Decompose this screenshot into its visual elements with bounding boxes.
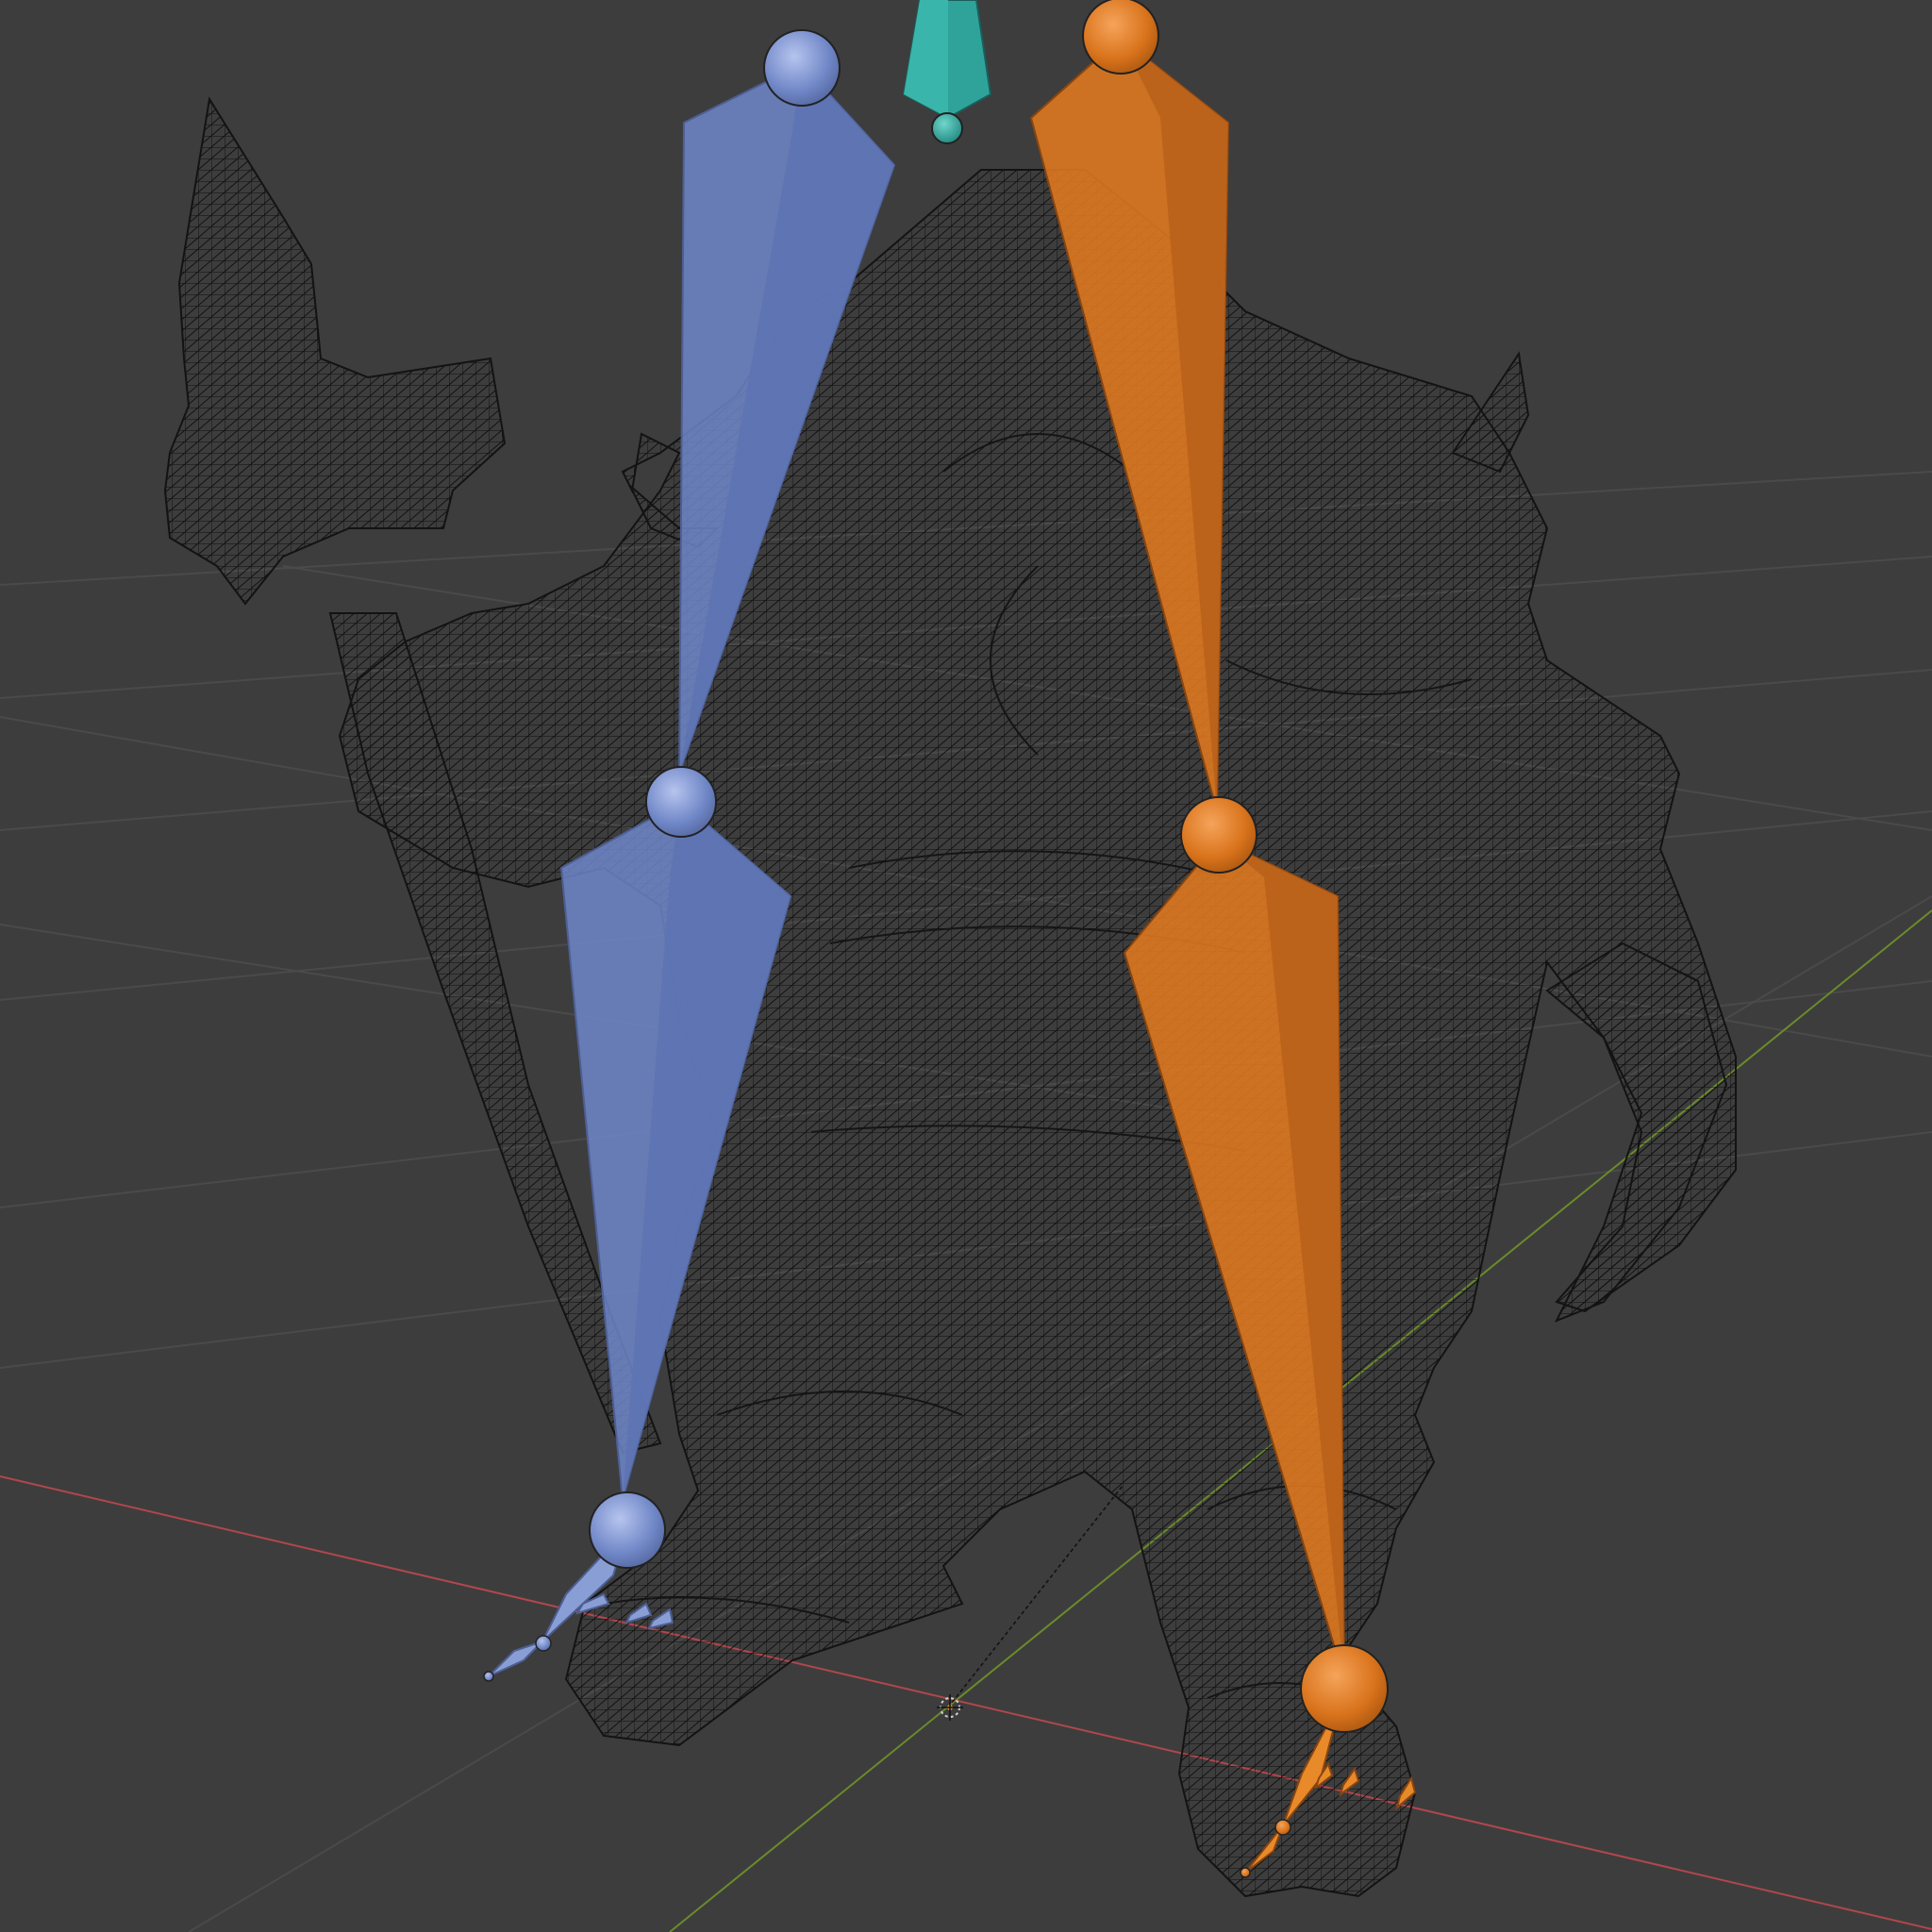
left-toe-tip-joint[interactable] xyxy=(483,1671,494,1682)
3d-viewport[interactable] xyxy=(0,0,1932,1932)
left-ankle-joint[interactable] xyxy=(589,1491,666,1569)
root-bone-joint[interactable] xyxy=(931,112,963,144)
left-toe-joint[interactable] xyxy=(535,1635,552,1652)
right-knee-joint[interactable] xyxy=(1180,796,1257,874)
root-bone-group[interactable] xyxy=(902,0,992,144)
right-toe-tip-joint[interactable] xyxy=(1240,1867,1251,1878)
left-knee-joint[interactable] xyxy=(645,766,717,838)
spear-head[interactable] xyxy=(163,96,507,606)
right-hip-joint[interactable] xyxy=(1082,0,1159,75)
right-ankle-joint[interactable] xyxy=(1300,1644,1389,1733)
character-wireframe-mesh[interactable] xyxy=(163,96,1737,1898)
left-hip-joint[interactable] xyxy=(763,29,841,107)
right-toe-joint[interactable] xyxy=(1274,1819,1291,1836)
viewport-canvas[interactable] xyxy=(0,0,1932,1932)
body-mesh[interactable] xyxy=(338,169,1737,1898)
left-toe-bone[interactable] xyxy=(488,1641,543,1677)
